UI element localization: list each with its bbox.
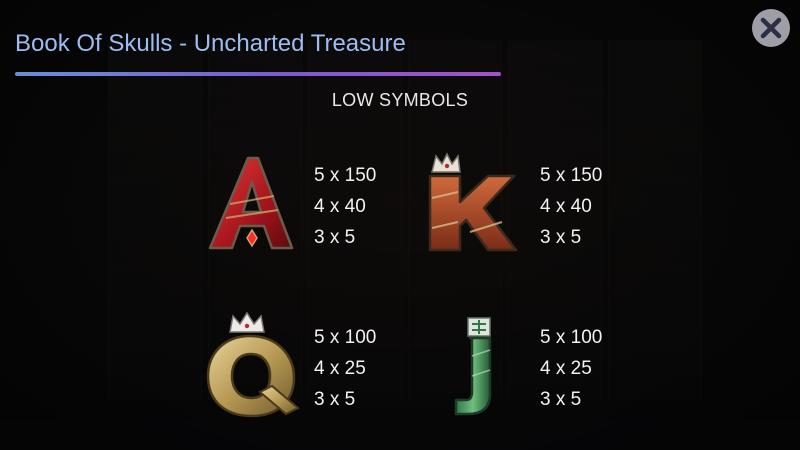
page-title: Book Of Skulls - Uncharted Treasure [15,30,406,57]
letter-k-symbol-icon [424,150,520,256]
payout-line: 4 x 25 [314,358,366,379]
letter-q-symbol-icon [202,308,302,420]
payout-line: 4 x 25 [540,358,592,379]
payout-list: 5 x 150 4 x 40 3 x 5 [540,160,650,253]
payout-list: 5 x 100 4 x 25 3 x 5 [540,322,650,415]
paytable-screen: ​ Book Of Skulls - Uncharted Treasure LO… [0,0,800,450]
payout-line: 3 x 5 [314,227,356,248]
close-button[interactable] [752,9,790,47]
payout-line: 4 x 40 [540,196,592,217]
payout-line: 3 x 5 [314,389,356,410]
payout-line: 3 x 5 [540,389,582,410]
payout-line: 5 x 100 [314,327,377,348]
section-heading: LOW SYMBOLS [331,90,469,110]
close-icon [760,17,782,39]
letter-j-symbol-icon [446,316,506,416]
title-underline [15,72,501,76]
payout-line: 5 x 150 [540,165,603,186]
payout-line: 5 x 150 [314,165,377,186]
payout-line: 3 x 5 [540,227,582,248]
payout-line: 4 x 40 [314,196,366,217]
payout-list: 5 x 150 4 x 40 3 x 5 [314,160,424,253]
payout-line: 5 x 100 [540,327,603,348]
payout-list: 5 x 100 4 x 25 3 x 5 [314,322,424,415]
letter-a-symbol-icon [200,152,300,256]
